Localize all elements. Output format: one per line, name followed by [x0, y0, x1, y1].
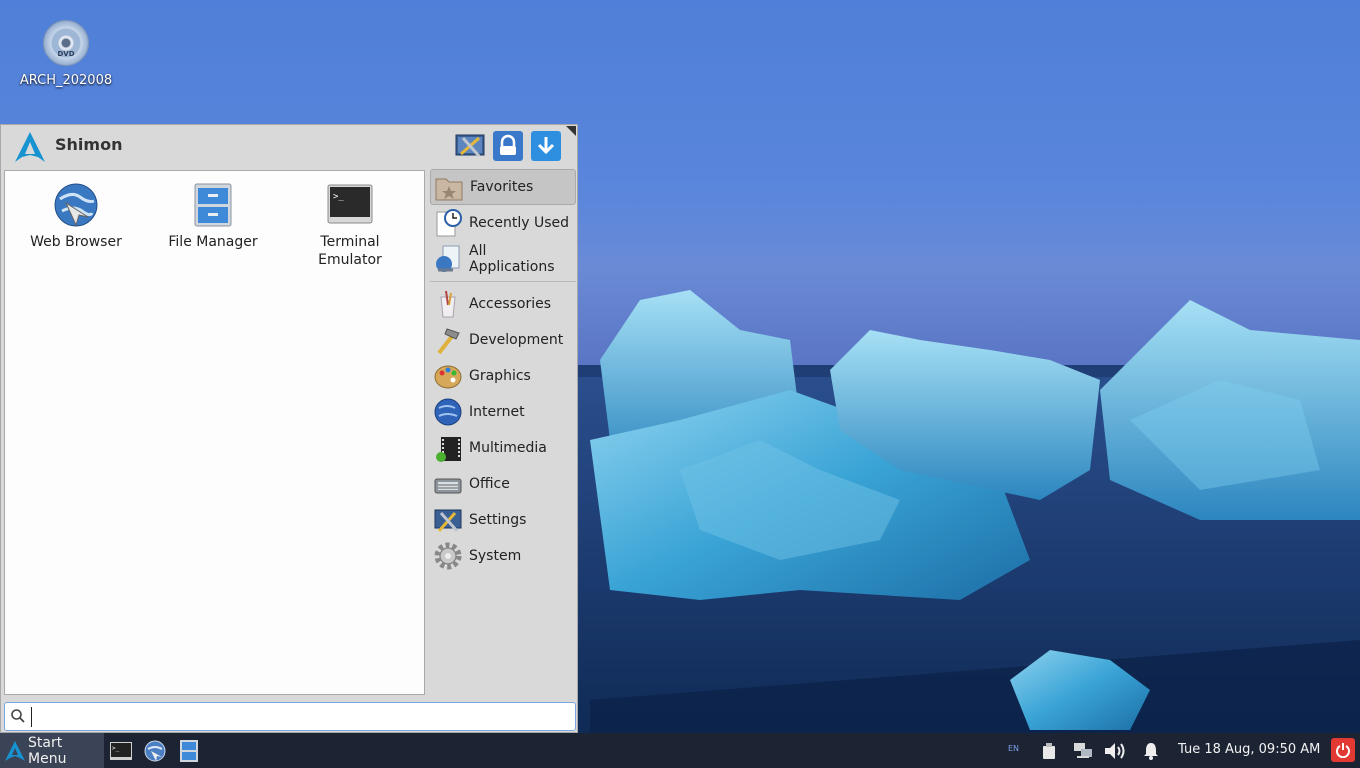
- taskbar: Start Menu >_ EN Tue 18 Aug, 09:50 AM: [0, 733, 1360, 768]
- category-graphics[interactable]: Graphics: [430, 358, 576, 394]
- logout-button[interactable]: [531, 131, 561, 161]
- menu-resize-corner[interactable]: [566, 126, 576, 136]
- terminal-icon: >_: [326, 181, 374, 229]
- file-manager-icon: [180, 740, 198, 762]
- search-icon: [11, 709, 25, 723]
- category-multimedia[interactable]: Multimedia: [430, 430, 576, 466]
- category-list: Favorites Recently Used All Applications: [430, 169, 576, 574]
- category-system[interactable]: System: [430, 538, 576, 574]
- clipboard-icon: [1043, 742, 1055, 759]
- user-name: Shimon: [55, 135, 123, 154]
- category-label: Recently Used: [469, 215, 570, 231]
- category-all-applications[interactable]: All Applications: [430, 241, 576, 277]
- volume-icon: [1105, 742, 1125, 759]
- category-development[interactable]: Development: [430, 322, 576, 358]
- desktop-icon-arch-dvd[interactable]: DVD ARCH_202008: [14, 20, 118, 88]
- category-accessories[interactable]: Accessories: [430, 286, 576, 322]
- search-input[interactable]: [31, 707, 571, 727]
- settings-icon: [434, 509, 462, 532]
- recently-used-icon: [436, 209, 462, 237]
- category-label: All Applications: [469, 243, 555, 275]
- terminal-icon: >_: [110, 742, 132, 760]
- menu-header: Shimon: [1, 125, 577, 169]
- office-typewriter-icon: [434, 478, 462, 494]
- category-favorites[interactable]: Favorites: [430, 169, 576, 205]
- launcher-web-browser[interactable]: [143, 739, 167, 763]
- app-label: File Manager: [168, 234, 258, 250]
- category-label: Development: [469, 332, 564, 348]
- all-applications-icon: [436, 245, 460, 272]
- network-icon: [1074, 742, 1092, 758]
- lock-screen-icon: [500, 134, 516, 155]
- category-recently-used[interactable]: Recently Used: [430, 205, 576, 241]
- arch-logo-icon: [15, 132, 45, 162]
- app-label: Web Browser: [30, 234, 122, 250]
- tray-clipboard[interactable]: [1038, 733, 1060, 768]
- file-manager-icon: [189, 181, 237, 229]
- app-label: Terminal Emulator: [318, 234, 382, 268]
- desktop-icon-label: ARCH_202008: [19, 73, 113, 88]
- dvd-disc-text: DVD: [57, 50, 75, 58]
- launcher-file-manager[interactable]: [177, 739, 201, 763]
- tray-volume[interactable]: [1102, 733, 1128, 768]
- category-label: System: [469, 548, 522, 564]
- category-label: Multimedia: [469, 440, 547, 456]
- category-separator: [430, 281, 576, 282]
- start-menu-button[interactable]: Start Menu: [0, 733, 104, 768]
- settings-manager-button[interactable]: [455, 131, 485, 161]
- lock-screen-button[interactable]: [493, 131, 523, 161]
- accessories-icon: [440, 290, 456, 318]
- system-gear-icon: [434, 542, 462, 570]
- svg-text:>_: >_: [112, 745, 120, 752]
- logout-icon: [537, 137, 555, 155]
- launcher-terminal[interactable]: >_: [109, 739, 133, 763]
- arch-logo-icon: [5, 741, 25, 761]
- category-settings[interactable]: Settings: [430, 502, 576, 538]
- category-internet[interactable]: Internet: [430, 394, 576, 430]
- category-label: Accessories: [469, 296, 552, 312]
- dvd-disc-icon: DVD: [43, 20, 89, 66]
- category-label: Office: [469, 476, 510, 492]
- app-file-manager[interactable]: File Manager: [150, 181, 276, 251]
- web-browser-icon: [144, 740, 166, 762]
- app-web-browser[interactable]: Web Browser: [13, 181, 139, 251]
- settings-manager-icon: [455, 134, 485, 157]
- svg-text:>_: >_: [333, 192, 344, 202]
- power-icon: [1336, 743, 1350, 758]
- start-menu: Shimon Web Browser File Manager >_ Termi…: [0, 124, 578, 733]
- favorites-folder-icon: [435, 178, 463, 201]
- keyboard-layout-indicator[interactable]: EN: [1008, 744, 1019, 753]
- category-label: Settings: [469, 512, 527, 528]
- favorites-pane: Web Browser File Manager >_ Terminal Emu…: [4, 170, 425, 695]
- category-label: Graphics: [469, 368, 531, 384]
- clock[interactable]: Tue 18 Aug, 09:50 AM: [1178, 742, 1320, 757]
- category-label: Favorites: [470, 179, 534, 195]
- development-hammer-icon: [437, 328, 460, 355]
- internet-globe-icon: [434, 398, 462, 426]
- start-menu-label: Start Menu: [28, 734, 67, 767]
- bell-icon: [1144, 742, 1158, 760]
- search-box[interactable]: [4, 702, 576, 731]
- app-terminal-emulator[interactable]: >_ Terminal Emulator: [287, 181, 413, 269]
- web-browser-icon: [52, 181, 100, 229]
- category-label: Internet: [469, 404, 525, 420]
- category-office[interactable]: Office: [430, 466, 576, 502]
- multimedia-icon: [436, 437, 461, 462]
- tray-network[interactable]: [1071, 733, 1095, 768]
- graphics-palette-icon: [434, 365, 462, 389]
- tray-notifications[interactable]: [1139, 733, 1163, 768]
- power-button[interactable]: [1331, 738, 1355, 762]
